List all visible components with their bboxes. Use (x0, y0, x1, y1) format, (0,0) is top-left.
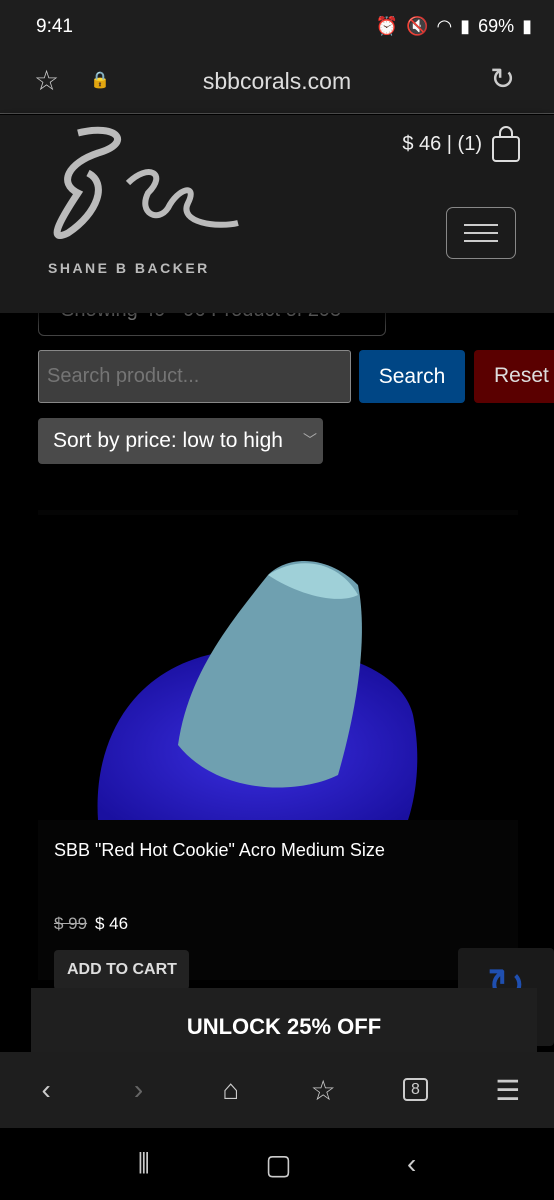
coral-image (97, 561, 418, 820)
battery-icon: ▮ (522, 16, 532, 36)
reset-button[interactable]: Reset (474, 350, 554, 403)
shopping-bag-icon[interactable] (490, 125, 522, 163)
cart-summary[interactable]: $ 46 | (1) (402, 133, 482, 156)
add-to-cart-button[interactable]: ADD TO CART (54, 950, 189, 990)
status-icons: ⏰ 🔇 ◠ ▮ 69% ▮ (376, 16, 532, 37)
back-icon[interactable]: ‹ (16, 1074, 76, 1106)
status-bar: 9:41 ⏰ 🔇 ◠ ▮ 69% ▮ (0, 0, 554, 52)
sort-value: Sort by price: low to high (53, 429, 283, 452)
forward-icon[interactable]: › (108, 1074, 168, 1106)
product-price: $ 46 (95, 914, 129, 933)
reload-icon[interactable]: ↻ (490, 62, 515, 97)
hamburger-menu-button[interactable] (446, 207, 516, 259)
logo-mark-icon (53, 126, 239, 239)
search-button[interactable]: Search (359, 350, 465, 403)
signal-icon: ▮ (460, 16, 471, 36)
logo-tagline: SHANE B BACKER (48, 260, 210, 276)
site-header: SHANE B BACKER $ 46 | (1) (0, 115, 554, 313)
product-old-price: $ 99 (54, 914, 88, 933)
chevron-down-icon: ﹀ (303, 432, 317, 448)
browser-nav-bar: ‹ › ⌂ ☆ 8 ☰ (0, 1052, 554, 1128)
alarm-icon: ⏰ (375, 16, 399, 36)
battery-level: 69% (478, 16, 515, 36)
home-icon[interactable]: ⌂ (201, 1074, 261, 1106)
product-image[interactable] (38, 515, 518, 820)
recent-apps-icon[interactable]: ⦀ (138, 1148, 150, 1181)
bookmarks-icon[interactable]: ☆ (293, 1074, 353, 1107)
system-nav-bar: ⦀ ▢ ‹ (0, 1128, 554, 1200)
menu-icon[interactable]: ☰ (478, 1074, 538, 1107)
url-text[interactable]: sbbcorals.com (0, 68, 554, 95)
mute-icon: 🔇 (406, 16, 429, 36)
product-title[interactable]: SBB "Red Hot Cookie" Acro Medium Size (54, 840, 385, 861)
browser-url-bar: ☆ 🔒 sbbcorals.com ↻ (0, 52, 554, 114)
tabs-icon[interactable]: 8 (385, 1078, 445, 1101)
search-input[interactable] (38, 350, 351, 403)
unlock-discount-banner[interactable]: UNLOCK 25% OFF (31, 988, 537, 1052)
sort-select[interactable]: Sort by price: low to high ﹀ (38, 418, 323, 464)
wifi-icon: ◠ (436, 16, 453, 36)
status-time: 9:41 (36, 16, 73, 37)
site-logo[interactable]: SHANE B BACKER (38, 123, 248, 283)
home-button-icon[interactable]: ▢ (265, 1148, 291, 1181)
system-back-icon[interactable]: ‹ (407, 1148, 416, 1180)
